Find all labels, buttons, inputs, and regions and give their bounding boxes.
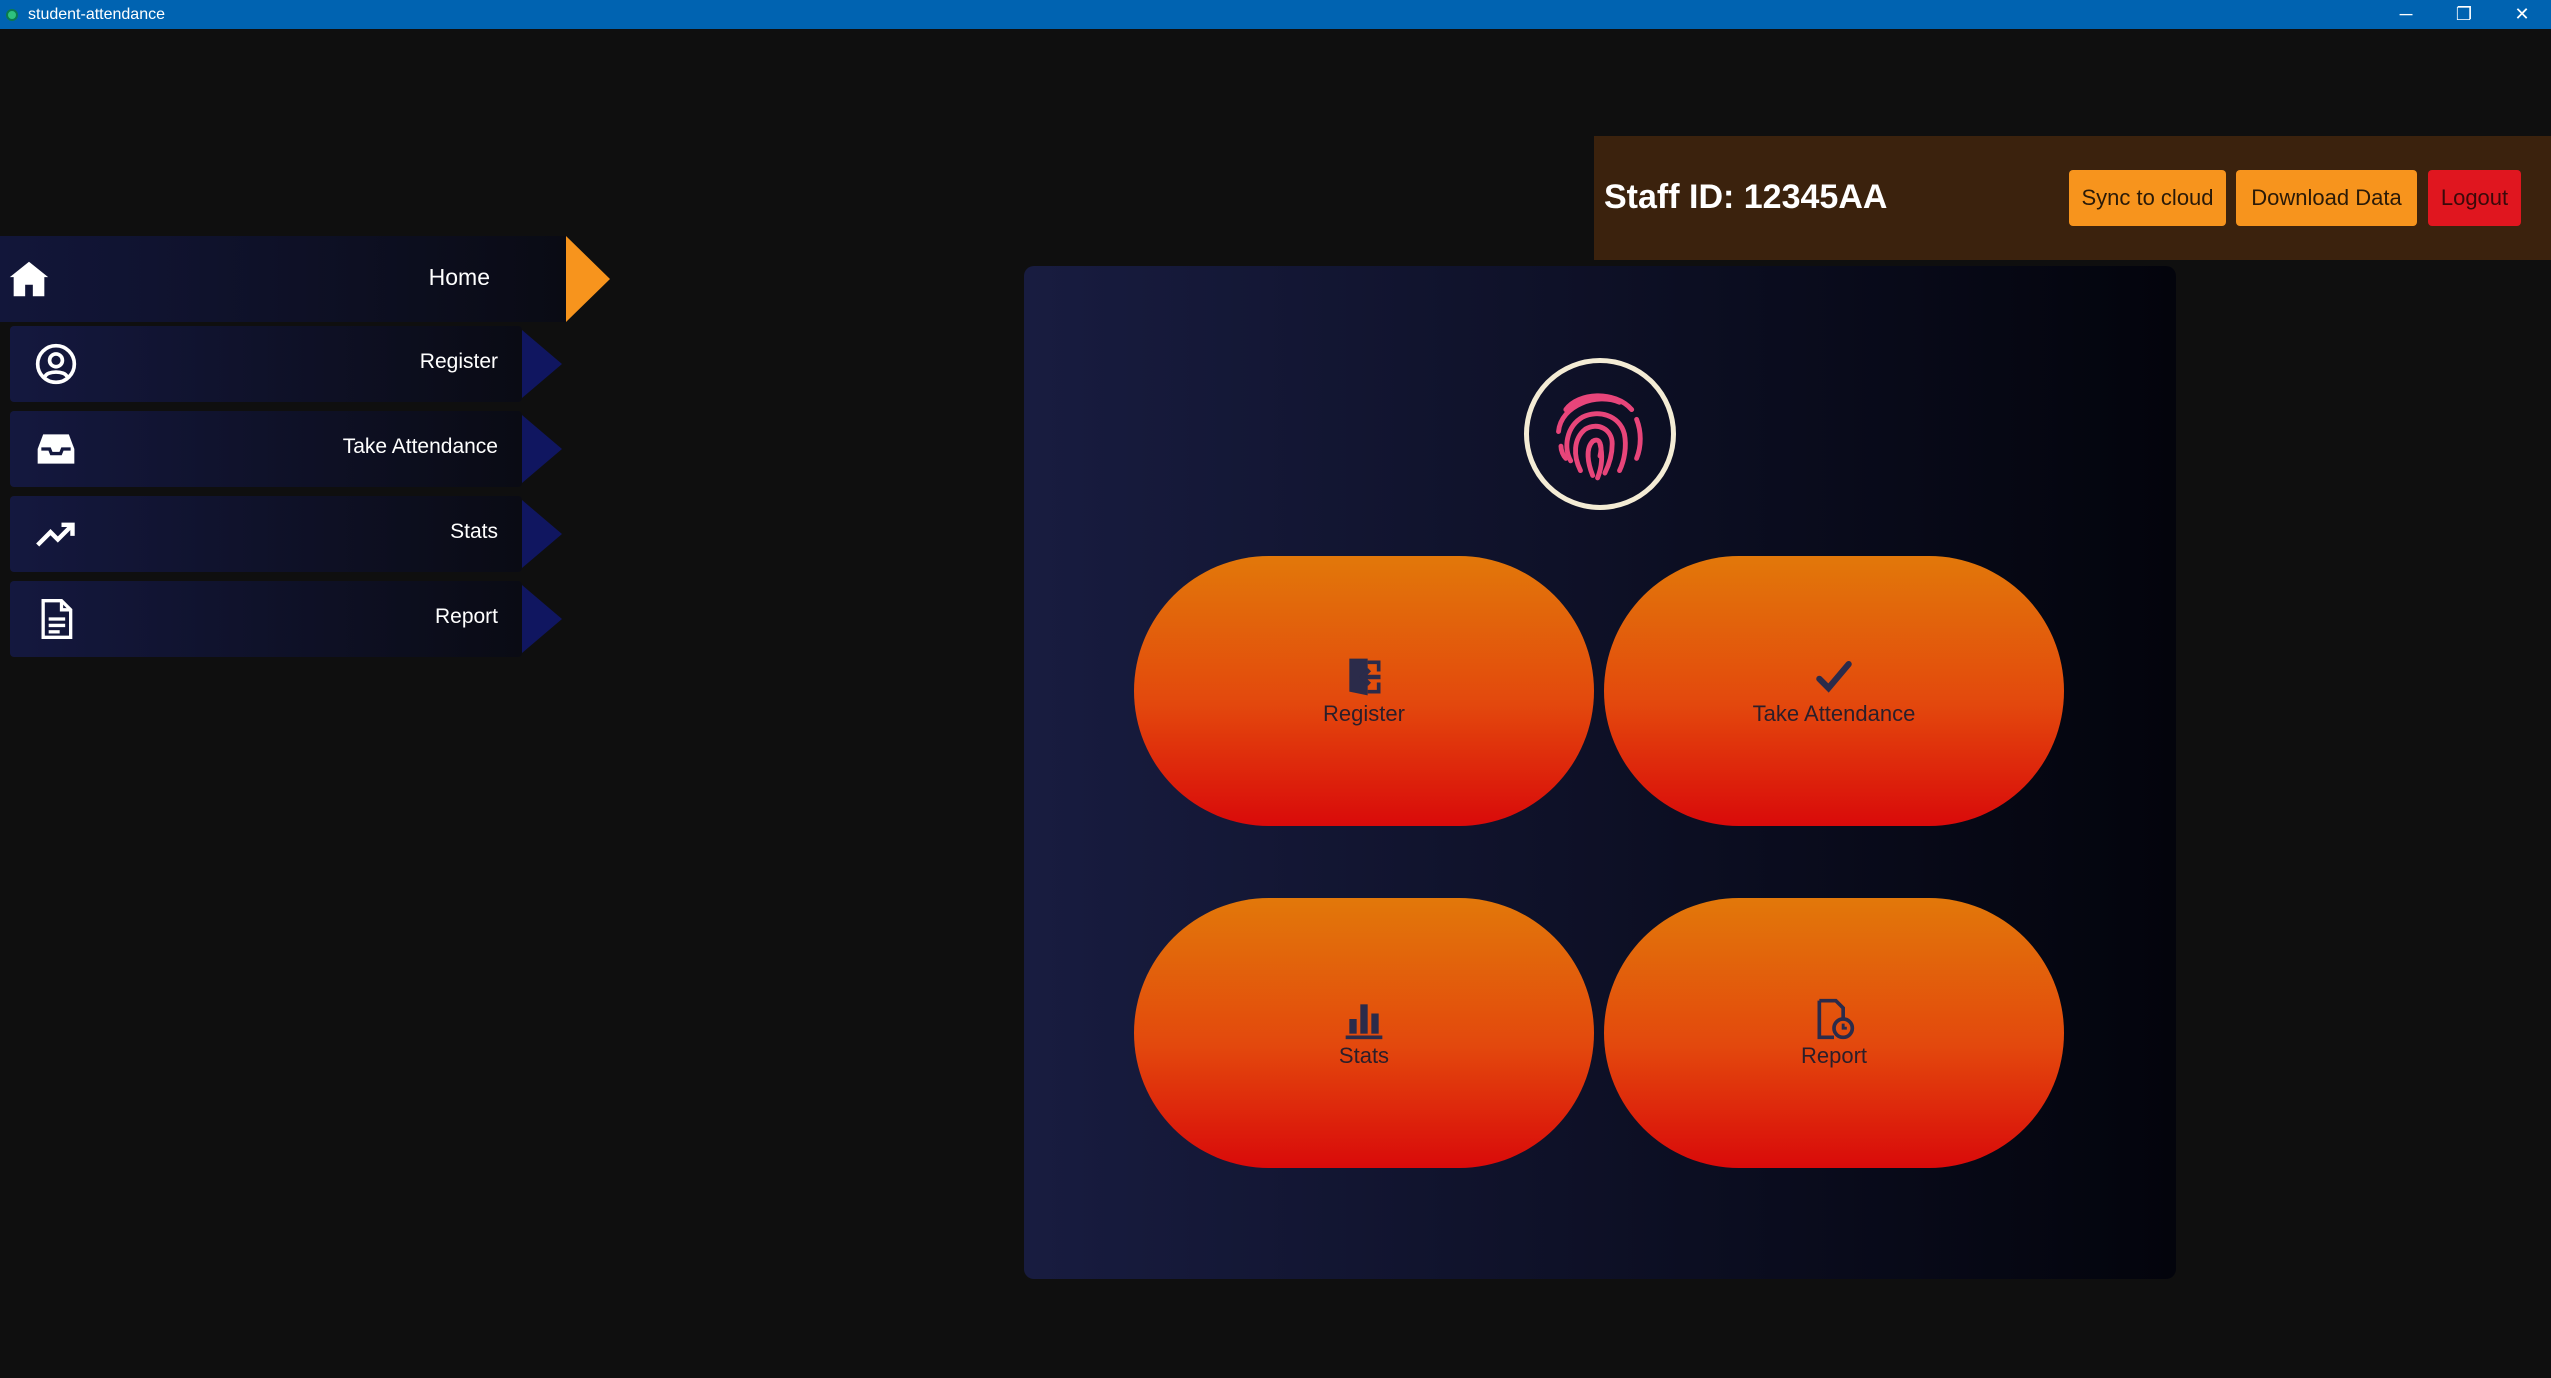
window-controls: ─ ❐ ✕ <box>2377 0 2551 29</box>
sidebar-item-label: Report <box>434 605 498 628</box>
checkmark-icon <box>1816 661 1852 693</box>
fingerprint-logo <box>1524 358 1676 510</box>
take-attendance-action-button[interactable]: Take Attendance <box>1604 556 2064 826</box>
logout-button[interactable]: Logout <box>2428 170 2521 226</box>
bar-chart-icon <box>1345 1004 1383 1040</box>
sidebar-item-take-attendance[interactable]: Take Attendance <box>10 411 562 487</box>
sidebar-item-label: Register <box>419 350 498 373</box>
action-label: Take Attendance <box>1752 701 1916 726</box>
register-action-button[interactable]: Register <box>1134 556 1594 826</box>
action-label: Report <box>1800 1043 1868 1068</box>
nav-arrow <box>522 415 562 483</box>
sidebar-item-home[interactable]: Home <box>0 236 610 322</box>
action-label: Register <box>1323 701 1405 726</box>
nav-arrow <box>522 500 562 568</box>
door-enter-icon <box>1349 658 1381 696</box>
active-indicator-arrow <box>566 236 610 322</box>
window-titlebar: student-attendance ─ ❐ ✕ <box>0 0 2551 29</box>
sync-to-cloud-button[interactable]: Sync to cloud <box>2069 170 2226 226</box>
nav-arrow <box>522 585 562 653</box>
minimize-button[interactable]: ─ <box>2377 0 2435 29</box>
stats-action-button[interactable]: Stats <box>1134 898 1594 1168</box>
window-title: student-attendance <box>28 5 165 23</box>
sidebar-item-label: Stats <box>450 520 498 543</box>
sidebar-item-register[interactable]: Register <box>10 326 562 402</box>
trending-up-icon <box>36 522 75 547</box>
inbox-icon <box>37 434 75 464</box>
nav-arrow <box>522 330 562 398</box>
sidebar-item-report[interactable]: Report <box>10 581 562 657</box>
sidebar-item-label: Take Attendance <box>342 435 498 458</box>
sidebar-item-stats[interactable]: Stats <box>10 496 562 572</box>
restore-button[interactable]: ❐ <box>2435 0 2493 29</box>
download-data-button[interactable]: Download Data <box>2236 170 2417 226</box>
home-icon <box>9 261 49 297</box>
fingerprint-icon <box>1556 393 1643 481</box>
sidebar-item-label: Home <box>428 264 490 290</box>
report-clock-icon <box>1817 998 1855 1040</box>
action-label: Stats <box>1338 1043 1390 1068</box>
user-circle-icon <box>35 343 77 385</box>
staff-id-label: Staff ID: 12345AA <box>1604 178 1888 216</box>
main-panel: Register Take Attendance Stats Report <box>1024 266 2176 1279</box>
close-button[interactable]: ✕ <box>2493 0 2551 29</box>
document-icon <box>41 599 73 639</box>
header-bar: Staff ID: 12345AA Sync to cloud Download… <box>1594 136 2551 260</box>
app-icon <box>6 8 18 21</box>
report-action-button[interactable]: Report <box>1604 898 2064 1168</box>
